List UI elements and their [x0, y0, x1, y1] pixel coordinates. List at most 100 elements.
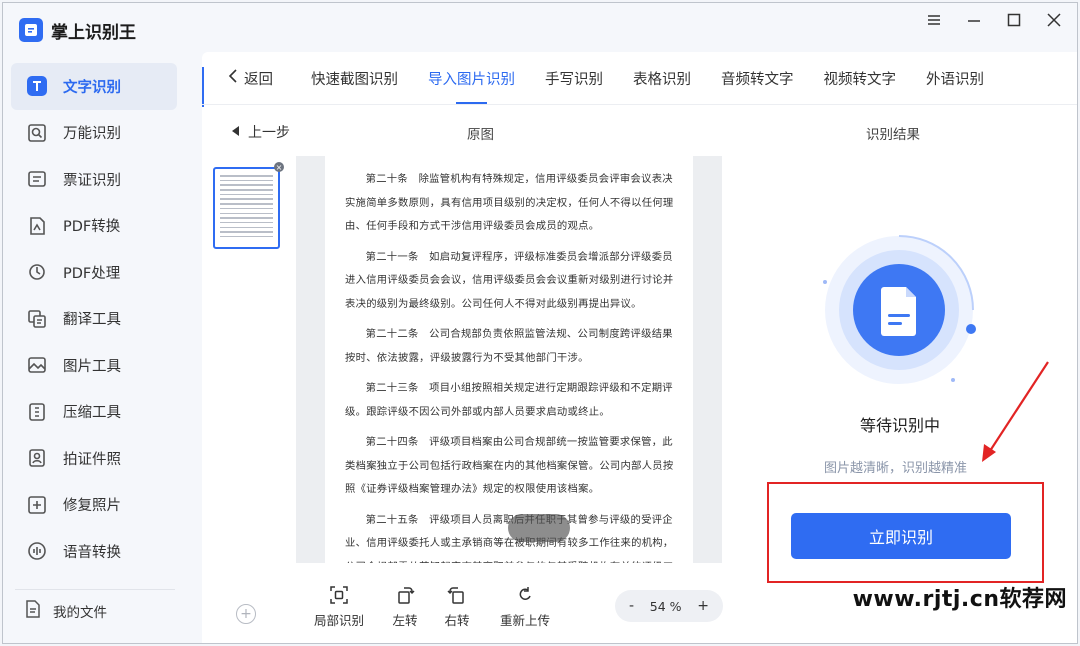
close-icon[interactable]: [1045, 11, 1063, 29]
tool-label: 局部识别: [313, 613, 364, 628]
rotate-left-button[interactable]: 左转: [379, 584, 431, 629]
universal-scan-icon: [25, 121, 49, 145]
zoom-control: - 54 % +: [615, 590, 723, 622]
original-label: 原图: [467, 127, 494, 143]
app-header: 掌上识别王: [19, 15, 136, 45]
image-tool-icon: [25, 353, 49, 377]
prev-step-label: 上一步: [248, 125, 290, 141]
back-label: 返回: [244, 71, 273, 88]
thumbnail-close-icon[interactable]: ×: [274, 162, 284, 172]
tab-table[interactable]: 表格识别: [633, 52, 691, 104]
recognize-now-button[interactable]: 立即识别: [791, 513, 1011, 559]
rotate-right-icon: [447, 584, 467, 606]
clarity-hint: 图片越清晰，识别越精准: [824, 461, 968, 476]
sidebar-item-label: 翻译工具: [63, 312, 121, 329]
pdf-process-icon: [25, 260, 49, 284]
tab-video-to-text[interactable]: 视频转文字: [824, 52, 897, 104]
app-window: 掌上识别王 文字识别 万能识别 票证识别 PDF转换 PDF处理 翻译工具 图片…: [2, 2, 1078, 644]
reupload-button[interactable]: 重新上传: [489, 584, 561, 629]
maximize-icon[interactable]: [1005, 11, 1023, 29]
doc-paragraph: 第二十条 除监管机构有特殊规定，信用评级委员会评审会议表决实施简单多数原则，具有…: [345, 173, 674, 232]
tab-divider: [202, 104, 1077, 105]
rotate-right-button[interactable]: 右转: [431, 584, 483, 629]
my-files-label: 我的文件: [53, 605, 107, 621]
tool-label: 重新上传: [499, 613, 550, 628]
page-thumbnail[interactable]: [213, 167, 280, 249]
sidebar-item-label: 票证识别: [63, 172, 121, 189]
drag-handle[interactable]: [508, 514, 570, 542]
window-controls: [925, 11, 1063, 29]
sidebar-item-label: 文字识别: [63, 79, 121, 96]
sidebar-item-label: 语音转换: [63, 544, 121, 561]
add-page-icon[interactable]: +: [236, 604, 256, 624]
sidebar-item-universal[interactable]: 万能识别: [11, 110, 177, 157]
sidebar-item-label: PDF处理: [63, 265, 121, 282]
active-indicator: [202, 67, 204, 107]
sidebar-item-label: 拍证件照: [63, 451, 121, 468]
document-page: 第二十条 除监管机构有特殊规定，信用评级委员会评审会议表决实施简单多数原则，具有…: [325, 156, 693, 563]
my-files-link[interactable]: 我的文件: [23, 599, 107, 623]
chevron-left-icon: [228, 69, 238, 87]
tool-label: 左转: [392, 613, 418, 628]
rotate-left-icon: [395, 584, 415, 606]
sidebar-item-repair-photo[interactable]: 修复照片: [11, 482, 177, 529]
sidebar-item-voice[interactable]: 语音转换: [11, 528, 177, 575]
text-recognition-icon: [25, 74, 49, 98]
red-arrow-icon: [982, 361, 1049, 462]
waiting-illustration: [819, 230, 979, 390]
zoom-out-button[interactable]: -: [629, 598, 634, 614]
doc-paragraph: 第二十三条 项目小组按照相关规定进行定期跟踪评级和不定期评级。跟踪评级不因公司外…: [345, 382, 673, 418]
tool-label: 右转: [444, 613, 470, 628]
zoom-level: 54 %: [649, 598, 682, 614]
pdf-convert-icon: [25, 214, 49, 238]
menu-icon[interactable]: [925, 11, 943, 29]
tab-import-image[interactable]: 导入图片识别: [428, 52, 515, 104]
doc-paragraph: 第二十一条 如启动复评程序，评级标准委员会增派部分评级委员进入信用评级委员会会议…: [345, 250, 674, 310]
ticket-icon: [25, 167, 49, 191]
result-label: 识别结果: [866, 127, 920, 143]
id-photo-icon: [25, 446, 49, 470]
back-button[interactable]: 返回: [228, 68, 273, 89]
sidebar-item-ticket[interactable]: 票证识别: [11, 156, 177, 203]
sidebar-item-text-recognition[interactable]: 文字识别: [11, 63, 177, 110]
sidebar-nav: 文字识别 万能识别 票证识别 PDF转换 PDF处理 翻译工具 图片工具 压缩工…: [11, 63, 177, 575]
sidebar: 掌上识别王 文字识别 万能识别 票证识别 PDF转换 PDF处理 翻译工具 图片…: [3, 3, 200, 643]
reupload-icon: [515, 584, 535, 606]
sidebar-item-label: 压缩工具: [63, 405, 121, 422]
sidebar-item-label: PDF转换: [63, 219, 121, 236]
image-toolbar: 局部识别 左转 右转 重新上传: [307, 584, 561, 629]
partial-recognize-button[interactable]: 局部识别: [307, 584, 371, 629]
main-panel: 返回 快速截图识别 导入图片识别 手写识别 表格识别 音频转文字 视频转文字 外…: [202, 52, 1077, 643]
sidebar-item-label: 修复照片: [63, 498, 121, 515]
tab-foreign-language[interactable]: 外语识别: [926, 52, 984, 104]
tab-bar: 返回 快速截图识别 导入图片识别 手写识别 表格识别 音频转文字 视频转文字 外…: [228, 52, 1014, 104]
minimize-icon[interactable]: [965, 11, 983, 29]
sidebar-item-translate[interactable]: 翻译工具: [11, 296, 177, 343]
tab-audio-to-text[interactable]: 音频转文字: [721, 52, 794, 104]
translate-icon: [25, 307, 49, 331]
sidebar-item-label: 图片工具: [63, 358, 121, 375]
caret-left-icon: [232, 124, 240, 140]
voice-convert-icon: [25, 539, 49, 563]
sidebar-item-pdf-process[interactable]: PDF处理: [11, 249, 177, 296]
partial-recognize-icon: [329, 584, 349, 606]
sidebar-divider: [15, 589, 175, 590]
sidebar-item-id-photo[interactable]: 拍证件照: [11, 435, 177, 482]
document-preview: 第二十条 除监管机构有特殊规定，信用评级委员会评审会议表决实施简单多数原则，具有…: [296, 156, 722, 563]
zoom-in-button[interactable]: +: [697, 598, 709, 614]
my-files-icon: [23, 599, 43, 623]
app-logo-icon: [19, 18, 43, 42]
sidebar-item-pdf-convert[interactable]: PDF转换: [11, 203, 177, 250]
repair-photo-icon: [25, 493, 49, 517]
doc-paragraph: 第二十四条 评级项目档案由公司合规部统一按监管要求保管，此类档案独立于公司包括行…: [345, 436, 674, 495]
tab-handwriting[interactable]: 手写识别: [545, 52, 603, 104]
waiting-status: 等待识别中: [860, 416, 941, 435]
sidebar-item-compress[interactable]: 压缩工具: [11, 389, 177, 436]
prev-step-button[interactable]: 上一步: [232, 122, 290, 142]
tab-quick-screenshot[interactable]: 快速截图识别: [311, 52, 398, 104]
sidebar-item-label: 万能识别: [63, 126, 121, 143]
app-title: 掌上识别王: [51, 22, 136, 43]
doc-paragraph: 第二十二条 公司合规部负责依照监管法规、公司制度跨评级结果按时、依法披露，评级披…: [345, 328, 673, 364]
watermark: www.rjtj.cn软荐网: [852, 587, 1067, 612]
sidebar-item-image-tool[interactable]: 图片工具: [11, 342, 177, 389]
